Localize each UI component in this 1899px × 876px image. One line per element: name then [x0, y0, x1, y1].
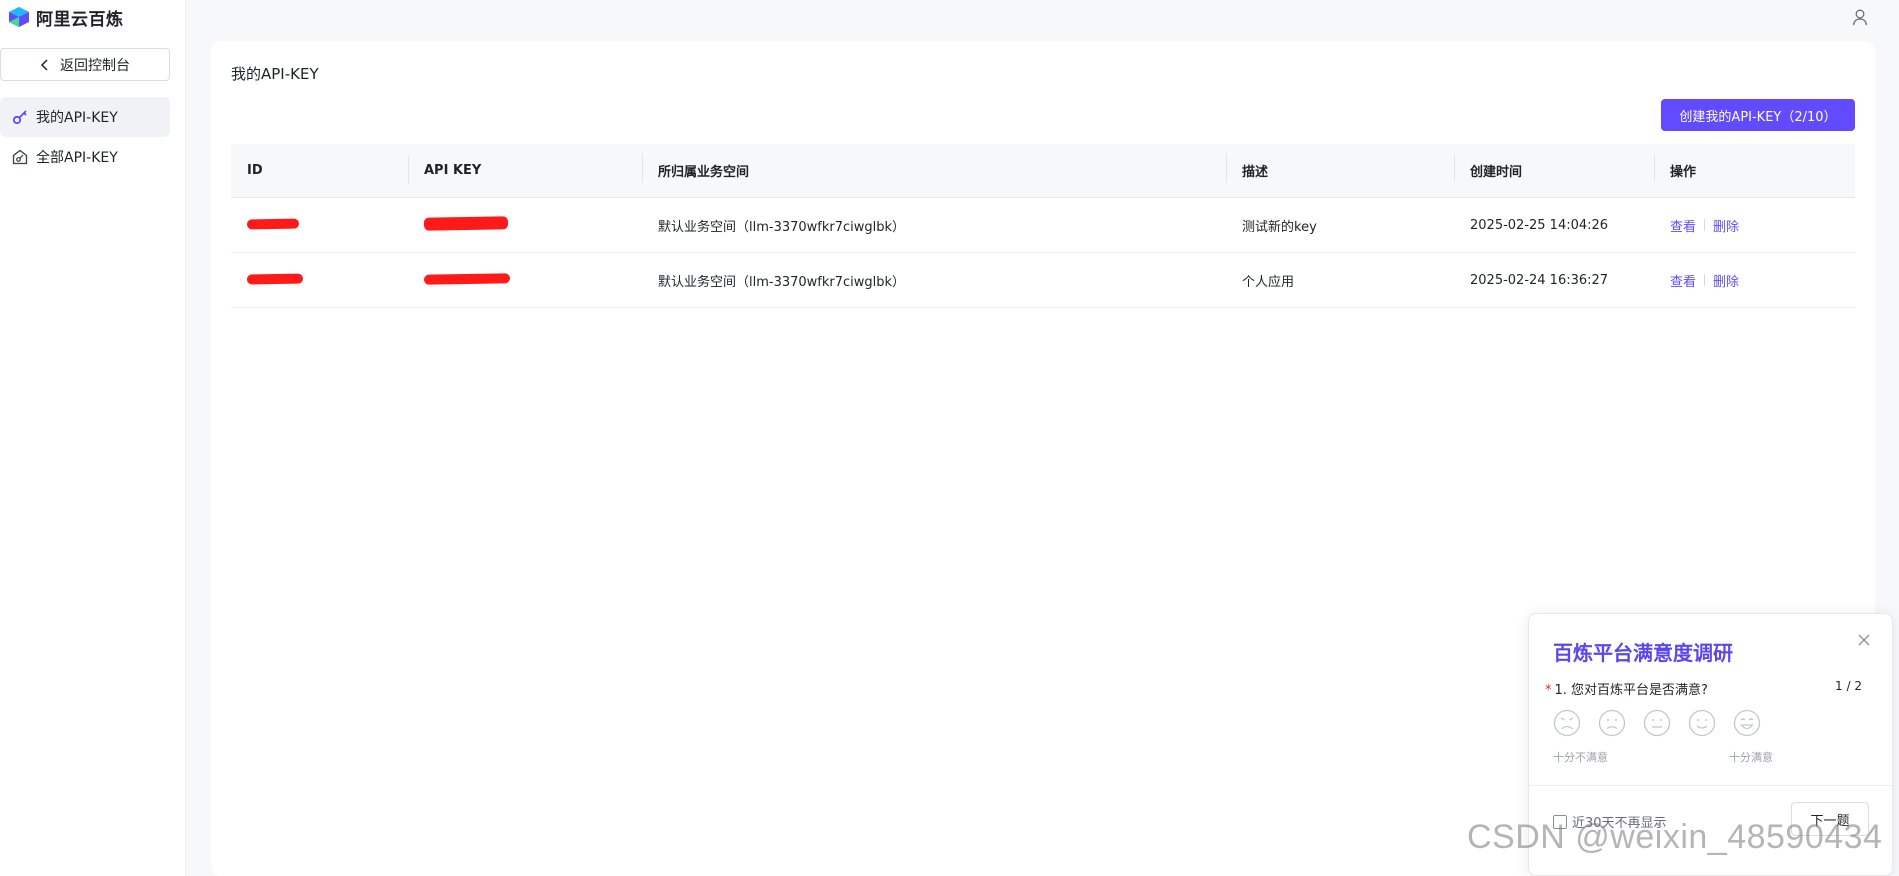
chevron-left-icon: [40, 58, 48, 71]
sidebar-item-my-api-key[interactable]: 我的API-KEY: [0, 97, 170, 137]
create-api-key-button[interactable]: 创建我的API-KEY（2/10）: [1661, 99, 1855, 131]
smile-face-icon[interactable]: [1688, 709, 1716, 737]
brand-name: 阿里云百炼: [36, 9, 124, 30]
user-icon[interactable]: [1851, 8, 1869, 30]
column-header-created-time: 创建时间: [1454, 154, 1654, 182]
cell-workspace: 默认业务空间（llm-3370wfkr7ciwglbk）: [658, 274, 906, 290]
cell-description: 个人应用: [1242, 274, 1295, 290]
table-row: 默认业务空间（llm-3370wfkr7ciwglbk） 测试新的key 202…: [231, 198, 1855, 253]
table-header: ID API KEY 所归属业务空间 描述 创建时间 操作: [231, 144, 1855, 198]
required-mark: *: [1545, 683, 1552, 698]
cell-api-key: [408, 215, 642, 234]
redaction-mark: [246, 218, 300, 229]
scale-low-label: 十分不满意: [1553, 751, 1608, 764]
brand[interactable]: 阿里云百炼: [8, 5, 124, 30]
watermark: CSDN @weixin_48590434: [1467, 818, 1883, 856]
cell-description: 测试新的key: [1242, 219, 1317, 235]
close-icon[interactable]: [1858, 634, 1870, 650]
table-row: 默认业务空间（llm-3370wfkr7ciwglbk） 个人应用 2025-0…: [231, 253, 1855, 308]
redaction-mark: [423, 215, 509, 231]
column-header-actions: 操作: [1654, 154, 1855, 182]
cell-created-time: 2025-02-25 14:04:26: [1470, 217, 1609, 233]
key-icon: [12, 110, 27, 125]
delete-link[interactable]: 删除: [1713, 216, 1739, 235]
neutral-face-icon[interactable]: [1643, 709, 1671, 737]
sidebar: 阿里云百炼 返回控制台 我的API-KEY 全部API-KEY: [0, 0, 186, 876]
cell-created-time: 2025-02-24 16:36:27: [1470, 272, 1609, 288]
redaction-mark: [423, 272, 511, 285]
bailian-logo-icon: [9, 7, 29, 27]
sad-face-icon[interactable]: [1598, 709, 1626, 737]
api-key-table: ID API KEY 所归属业务空间 描述 创建时间 操作 默认业务空间（llm…: [231, 144, 1855, 308]
column-header-api-key: API KEY: [408, 156, 642, 184]
sidebar-item-label: 我的API-KEY: [36, 110, 118, 126]
grin-face-icon[interactable]: [1733, 709, 1761, 737]
action-separator: [1704, 274, 1706, 286]
column-header-id: ID: [247, 163, 263, 178]
cell-id: [231, 273, 408, 288]
rating-faces: [1553, 709, 1761, 737]
cell-actions: 查看 删除: [1654, 271, 1855, 290]
column-header-workspace: 所归属业务空间: [642, 154, 1226, 182]
survey-question: * 1. 您对百炼平台是否满意?: [1545, 679, 1708, 698]
back-to-console-button[interactable]: 返回控制台: [0, 48, 170, 81]
back-to-console-label: 返回控制台: [60, 57, 130, 74]
page-title: 我的API-KEY: [231, 65, 319, 83]
cell-id: [231, 218, 408, 233]
survey-divider: [1529, 785, 1892, 786]
sidebar-item-label: 全部API-KEY: [36, 150, 118, 166]
view-link[interactable]: 查看: [1670, 271, 1696, 290]
cell-api-key: [408, 272, 642, 288]
cell-workspace: 默认业务空间（llm-3370wfkr7ciwglbk）: [658, 219, 906, 235]
home-key-icon: [12, 149, 28, 165]
action-separator: [1704, 219, 1706, 231]
delete-link[interactable]: 删除: [1713, 271, 1739, 290]
survey-title: 百炼平台满意度调研: [1553, 641, 1733, 665]
very-sad-face-icon[interactable]: [1553, 709, 1581, 737]
column-header-description: 描述: [1226, 154, 1454, 182]
view-link[interactable]: 查看: [1670, 216, 1696, 235]
survey-page-indicator: 1 / 2: [1835, 679, 1862, 693]
cell-actions: 查看 删除: [1654, 216, 1855, 235]
redaction-mark: [246, 273, 304, 284]
scale-high-label: 十分满意: [1729, 751, 1773, 764]
sidebar-item-all-api-key[interactable]: 全部API-KEY: [0, 137, 170, 177]
survey-question-text: 1. 您对百炼平台是否满意?: [1554, 683, 1708, 698]
